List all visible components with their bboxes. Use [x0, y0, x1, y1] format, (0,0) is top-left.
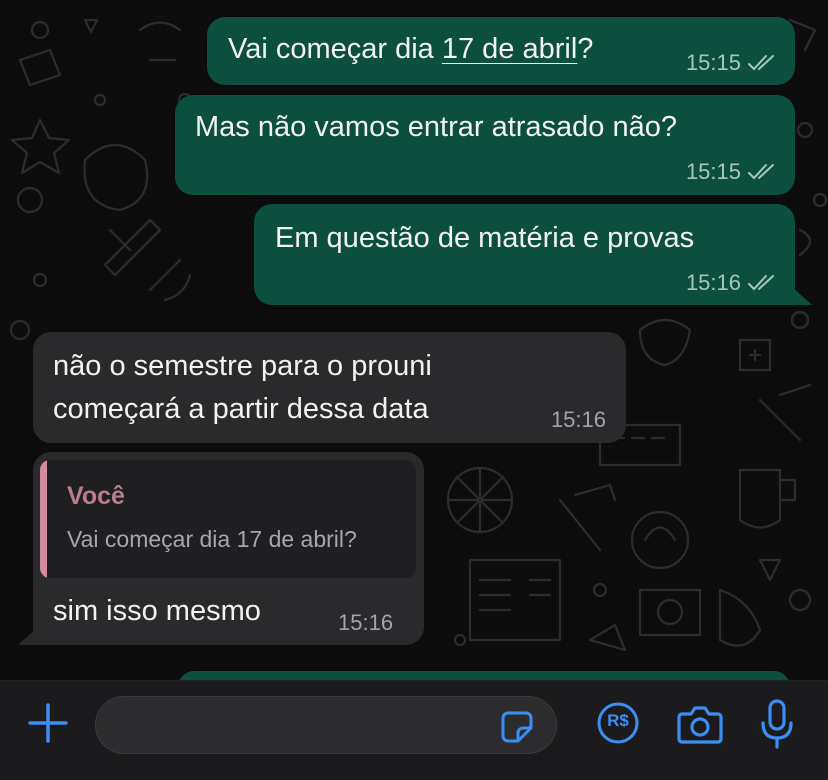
message-text: Em questão de matéria e provas	[275, 222, 695, 254]
quote-author: Você	[67, 482, 125, 510]
message-meta: 15:16	[686, 271, 777, 295]
message-input-box[interactable]	[95, 696, 557, 754]
message-time: 15:15	[685, 159, 741, 184]
message-meta: 15:15	[686, 51, 777, 75]
quote-accent-bar	[40, 460, 47, 578]
sticker-icon[interactable]	[500, 710, 534, 744]
plus-icon[interactable]	[26, 701, 70, 745]
message-time: 15:16	[685, 270, 741, 295]
message-time: 15:16	[550, 407, 606, 432]
message-composer: R$	[0, 680, 828, 780]
read-ticks-icon	[748, 55, 774, 71]
message-input[interactable]	[116, 707, 500, 745]
camera-icon[interactable]	[676, 705, 724, 745]
message-meta: 15:16	[338, 611, 393, 635]
message-meta: 15:15	[686, 160, 777, 184]
outgoing-message[interactable]: Em questão de matéria e provas 15:16	[254, 204, 795, 305]
message-time: 15:16	[338, 610, 394, 635]
message-text: Mas não vamos entrar atrasado não?	[195, 111, 677, 143]
outgoing-message[interactable]: Mas não vamos entrar atrasado não? 15:15	[175, 95, 795, 195]
outgoing-message-partial[interactable]	[178, 671, 790, 680]
message-line-2: começará a partir dessa data	[53, 393, 429, 425]
read-ticks-icon	[748, 275, 774, 291]
payment-label: R$	[607, 711, 629, 730]
read-ticks-icon	[748, 164, 774, 180]
message-text: sim isso mesmo	[53, 595, 261, 627]
message-text: Vai começar dia	[228, 33, 442, 65]
message-line-1: não o semestre para o prouni	[53, 350, 432, 382]
payment-button[interactable]: R$	[596, 701, 640, 745]
date-link[interactable]: 17 de abril	[442, 33, 577, 65]
microphone-icon[interactable]	[760, 699, 794, 751]
chat-area[interactable]: Vai começar dia 17 de abril? 15:15 Mas n…	[0, 0, 828, 680]
quote-text: Vai começar dia 17 de abril?	[67, 526, 357, 552]
quoted-message[interactable]: Você Vai começar dia 17 de abril?	[40, 460, 416, 578]
message-text-end: ?	[577, 33, 594, 65]
message-meta: 15:16	[551, 408, 606, 432]
message-time: 15:15	[685, 50, 741, 75]
outgoing-message[interactable]: Vai começar dia 17 de abril? 15:15	[207, 17, 795, 85]
incoming-message[interactable]: não o semestre para o prouni começará a …	[33, 332, 626, 443]
